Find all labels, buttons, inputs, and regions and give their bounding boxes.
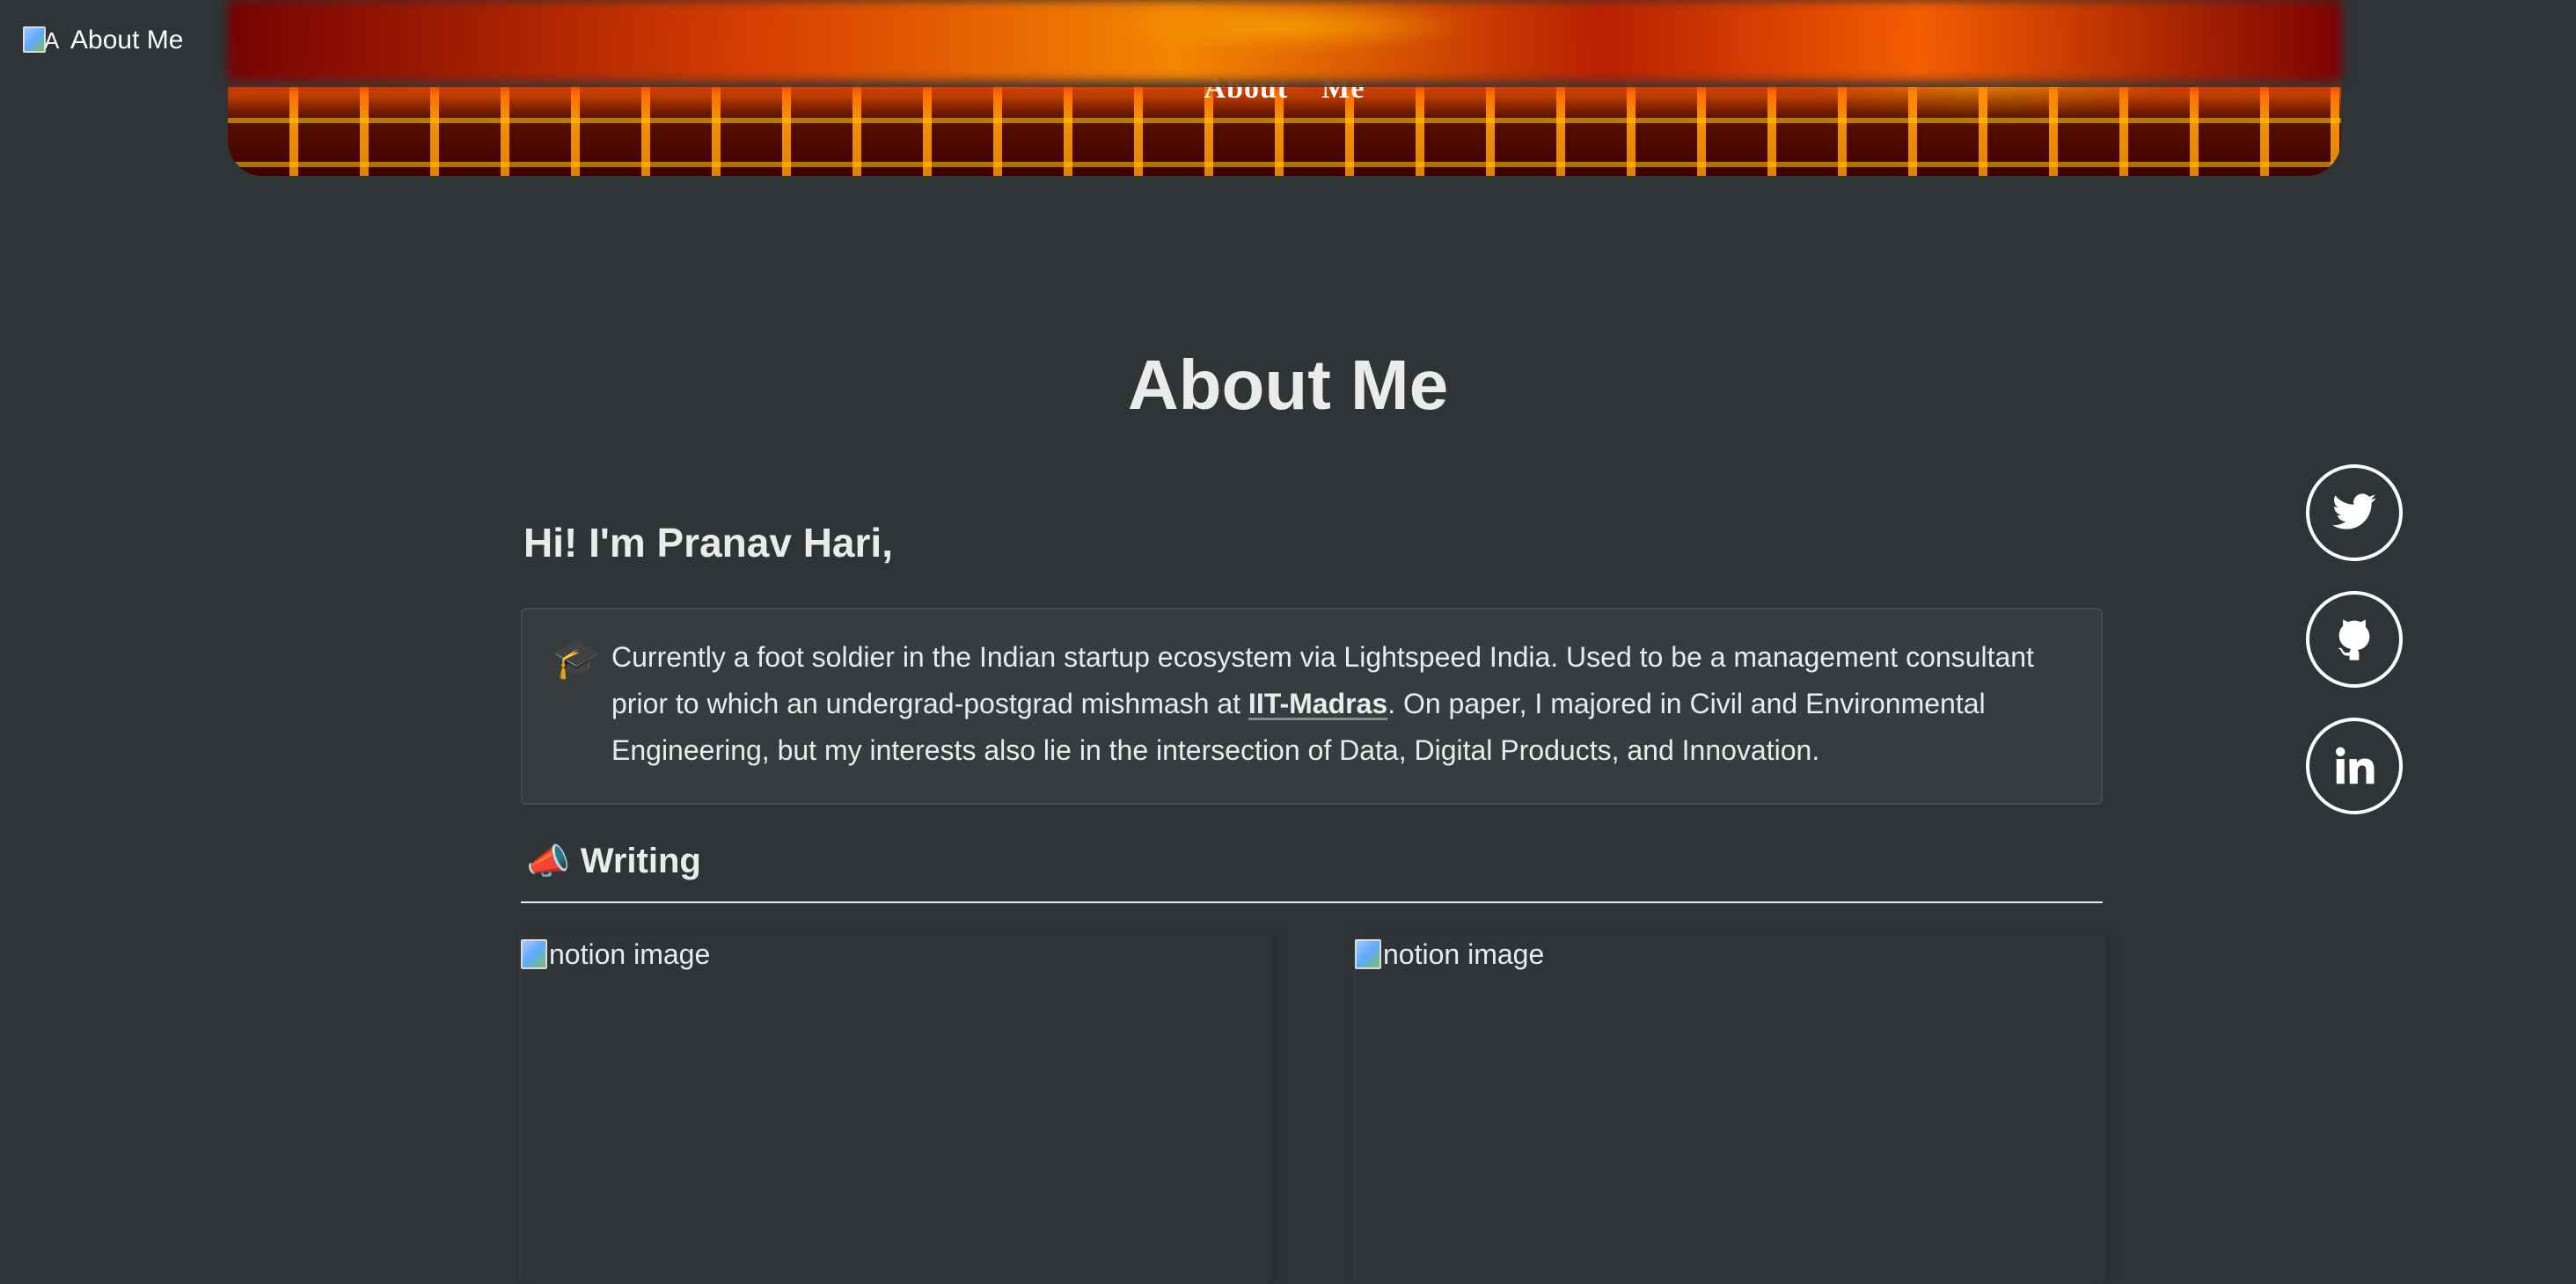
- linkedin-icon: [2336, 747, 2375, 784]
- site-logo-image: A: [23, 25, 62, 56]
- broken-image-icon: [1355, 939, 1381, 969]
- writing-section-heading: 📣 Writing: [526, 841, 701, 882]
- graduation-cap-icon: 🎓: [553, 638, 601, 681]
- iit-madras-link[interactable]: IIT-Madras: [1248, 688, 1387, 719]
- cover-blur-strip: [228, 0, 2341, 81]
- intro-text: Currently a foot soldier in the Indian s…: [611, 634, 2081, 774]
- writing-card[interactable]: notion image: [1355, 932, 2104, 1284]
- section-label: Writing: [580, 842, 701, 880]
- megaphone-icon: 📣: [526, 843, 570, 881]
- intro-callout: 🎓 Currently a foot soldier in the Indian…: [521, 608, 2103, 805]
- card-image: notion image: [1355, 932, 1544, 976]
- github-icon: [2338, 619, 2370, 660]
- logo-alt-text: A: [44, 27, 60, 54]
- card-image-alt: notion image: [549, 937, 711, 970]
- linkedin-button[interactable]: [2306, 718, 2403, 814]
- page-title: About Me: [1127, 346, 1449, 424]
- section-divider: [521, 901, 2103, 903]
- card-image-alt: notion image: [1383, 937, 1545, 970]
- card-image: notion image: [521, 932, 710, 976]
- nav-brand-link[interactable]: A About Me: [23, 23, 183, 58]
- broken-image-icon: [23, 26, 46, 53]
- broken-image-icon: [521, 939, 547, 969]
- writing-card[interactable]: notion image: [521, 932, 1270, 1284]
- twitter-icon: [2332, 493, 2376, 529]
- github-button[interactable]: [2306, 591, 2403, 688]
- greeting-heading: Hi! I'm Pranav Hari,: [523, 520, 893, 565]
- top-navigation-bar: [0, 0, 2576, 87]
- twitter-button[interactable]: [2306, 464, 2403, 561]
- nav-title: About Me: [70, 26, 184, 55]
